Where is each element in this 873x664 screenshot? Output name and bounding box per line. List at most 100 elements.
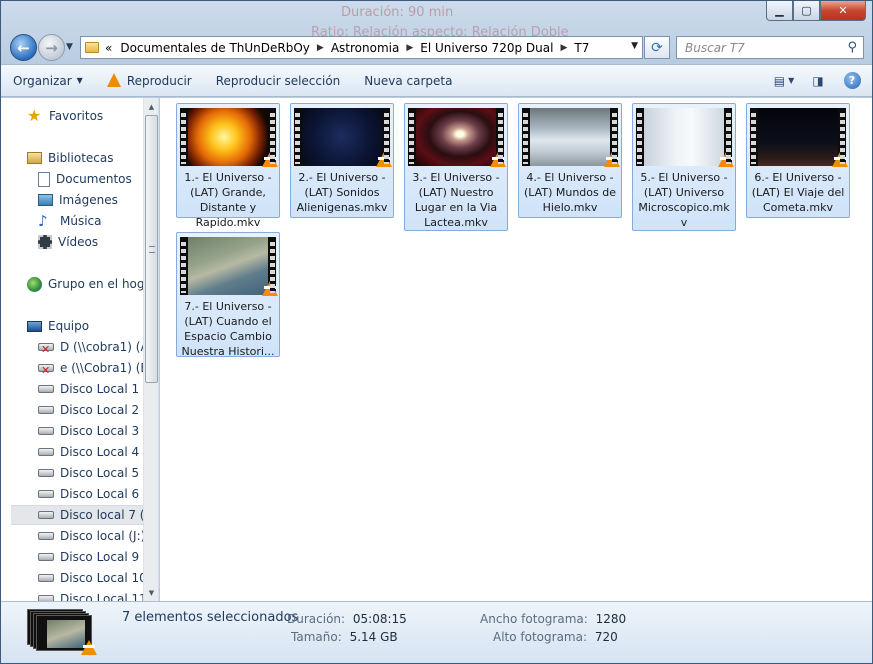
sidebar-item-drive[interactable]: Disco Local 6 (H xyxy=(38,484,158,504)
sidebar-item-label: Documentos xyxy=(56,172,132,186)
file-name: 1.- El Universo - (LAT) Grande, Distante y… xyxy=(184,171,272,229)
search-input[interactable]: Buscar T7 ⚲ xyxy=(676,36,864,59)
file-item[interactable]: 6.- El Universo - (LAT) El Viaje del Comet… xyxy=(746,103,850,218)
sidebar-item-drive[interactable]: Disco Local 4 (F xyxy=(38,442,158,462)
sidebar-item-label: Disco Local 10 ( xyxy=(60,571,156,585)
breadcrumb-overflow[interactable]: « xyxy=(105,41,112,55)
video-thumbnail xyxy=(180,237,278,296)
network-drive-disconnected-icon: ✕ xyxy=(38,364,54,376)
sidebar-item-favorites[interactable]: ★ Favoritos xyxy=(27,106,158,126)
scrollbar-thumb[interactable] xyxy=(145,115,158,383)
breadcrumb-arrow-icon[interactable]: ▶ xyxy=(317,43,324,53)
sidebar-scrollbar[interactable]: ▲ ▼ xyxy=(143,98,158,601)
details-pane: 7 elementos seleccionados Duración: 05:0… xyxy=(1,601,872,663)
sidebar-item-label: Música xyxy=(60,214,102,228)
sidebar-item-label: Vídeos xyxy=(58,235,99,249)
size-field: Tamaño: 5.14 GB xyxy=(291,630,398,644)
sidebar-item-drive[interactable]: Disco Local 5 (G xyxy=(38,463,158,483)
nebula-frame xyxy=(302,108,382,166)
sidebar-item-drive[interactable]: Disco Local 2 (D xyxy=(38,400,158,420)
forward-arrow-icon: → xyxy=(45,38,58,57)
comet-frame xyxy=(758,108,838,166)
earth-frame xyxy=(188,237,268,295)
hard-drive-icon xyxy=(38,553,54,561)
file-item[interactable]: 4.- El Universo - (LAT) Mundos de Hielo.mk… xyxy=(518,103,622,218)
breadcrumb-item[interactable]: Astronomia xyxy=(331,41,400,55)
sidebar-item-computer[interactable]: Equipo xyxy=(27,316,158,336)
video-thumbnail xyxy=(522,108,620,167)
scroll-up-icon[interactable]: ▲ xyxy=(144,98,158,115)
forward-button[interactable]: → xyxy=(38,34,65,61)
play-selection-button[interactable]: Reproducir selección xyxy=(204,65,353,96)
sidebar-item-drive[interactable]: Disco Local 9 (K xyxy=(38,547,158,567)
file-name: 3.- El Universo - (LAT) Nuestro Lugar en l… xyxy=(412,171,500,229)
address-dropdown-icon[interactable]: ▼ xyxy=(631,41,638,51)
hard-drive-icon xyxy=(38,511,54,519)
breadcrumb-arrow-icon[interactable]: ▶ xyxy=(560,43,567,53)
organize-button[interactable]: Organizar ▼ xyxy=(1,65,95,96)
vlc-cone-icon xyxy=(832,152,848,167)
scroll-down-icon[interactable]: ▼ xyxy=(144,584,158,601)
hard-drive-icon xyxy=(38,406,54,414)
sidebar-item-videos[interactable]: Vídeos xyxy=(38,232,158,252)
breadcrumb-arrow-icon[interactable]: ▶ xyxy=(406,43,413,53)
sidebar-item-drive[interactable]: Disco local (J:) xyxy=(38,526,158,546)
search-icon[interactable]: ⚲ xyxy=(847,40,857,55)
file-name: 4.- El Universo - (LAT) Mundos de Hielo.mk… xyxy=(524,171,616,214)
new-folder-button[interactable]: Nueva carpeta xyxy=(352,65,464,96)
disconnected-x-icon: ✕ xyxy=(41,364,51,377)
breadcrumb-item[interactable]: Documentales de ThUnDeRbOy xyxy=(120,41,310,55)
play-button[interactable]: Reproducir xyxy=(95,65,204,96)
file-item[interactable]: 1.- El Universo - (LAT) Grande, Distante y… xyxy=(176,103,280,229)
close-button[interactable]: ✕ xyxy=(820,1,866,21)
recent-pages-dropdown[interactable]: ▼ xyxy=(66,42,73,52)
refresh-button[interactable]: ⟳ xyxy=(644,36,670,59)
frame-height-field: Alto fotograma: 720 xyxy=(493,630,618,644)
sidebar-item-drive[interactable]: Disco Local 11 ( xyxy=(38,589,158,601)
chevron-down-icon: ▼ xyxy=(76,76,83,85)
back-button[interactable]: ← xyxy=(10,34,37,61)
vlc-cone-icon xyxy=(376,152,392,167)
duration-field: Duración: 05:08:15 xyxy=(287,612,407,626)
sidebar-item-label: Grupo en el hoga xyxy=(48,277,152,291)
video-thumbnail xyxy=(750,108,848,167)
selection-count: 7 elementos seleccionados xyxy=(122,610,299,625)
vlc-cone-icon xyxy=(81,640,97,655)
sidebar-item-drive[interactable]: ✕ D (\\cobra1) (A: xyxy=(38,337,158,357)
file-item[interactable]: 7.- El Universo - (LAT) Cuando el Espacio … xyxy=(176,232,280,358)
sidebar-item-drive[interactable]: ✕ e (\\Cobra1) (B: xyxy=(38,358,158,378)
lab-frame xyxy=(644,108,724,166)
sidebar-item-homegroup[interactable]: Grupo en el hoga xyxy=(27,274,158,294)
sidebar-item-label: Imágenes xyxy=(59,193,118,207)
sidebar-item-drive[interactable]: Disco Local 10 ( xyxy=(38,568,158,588)
chevron-down-icon: ▼ xyxy=(788,76,795,85)
file-item[interactable]: 5.- El Universo - (LAT) Universo Microscop… xyxy=(632,103,736,231)
sun-frame xyxy=(188,108,268,166)
change-view-button[interactable]: ▤ ▼ xyxy=(770,69,798,93)
vlc-cone-icon xyxy=(718,152,734,167)
sidebar-item-drive[interactable]: Disco Local 3 (E xyxy=(38,421,158,441)
file-item[interactable]: 2.- El Universo - (LAT) Sonidos Alienigena… xyxy=(290,103,394,218)
refresh-icon: ⟳ xyxy=(651,39,663,56)
sidebar-item-drive[interactable]: Disco Local 1 (C xyxy=(38,379,158,399)
breadcrumb-item[interactable]: El Universo 720p Dual xyxy=(420,41,553,55)
sidebar-item-libraries[interactable]: Bibliotecas xyxy=(27,148,158,168)
sidebar-item-documents[interactable]: Documentos xyxy=(38,169,158,189)
minimize-button[interactable]: ▁ xyxy=(766,1,793,21)
disconnected-x-icon: ✕ xyxy=(41,343,51,356)
video-thumbnail xyxy=(294,108,392,167)
caption-buttons: ▁ ▢ ✕ xyxy=(766,1,866,21)
file-item[interactable]: 3.- El Universo - (LAT) Nuestro Lugar en l… xyxy=(404,103,508,231)
help-button[interactable]: ? xyxy=(838,69,866,93)
preview-pane-button[interactable]: ◨ xyxy=(804,69,832,93)
sidebar-item-music[interactable]: ♪ Música xyxy=(38,211,158,231)
star-icon: ★ xyxy=(27,106,42,125)
breadcrumb-item[interactable]: T7 xyxy=(574,41,589,55)
folder-icon xyxy=(85,42,99,53)
sidebar-item-drive-selected[interactable]: Disco local 7 (I:) xyxy=(11,505,143,525)
address-bar[interactable]: « Documentales de ThUnDeRbOy ▶ Astronomi… xyxy=(80,36,643,59)
navigation-pane: ★ Favoritos Bibliotecas Documentos Imágen… xyxy=(1,98,159,601)
maximize-button[interactable]: ▢ xyxy=(793,1,820,21)
sidebar-item-images[interactable]: Imágenes xyxy=(38,190,158,210)
sidebar-item-label: Favoritos xyxy=(49,109,104,123)
